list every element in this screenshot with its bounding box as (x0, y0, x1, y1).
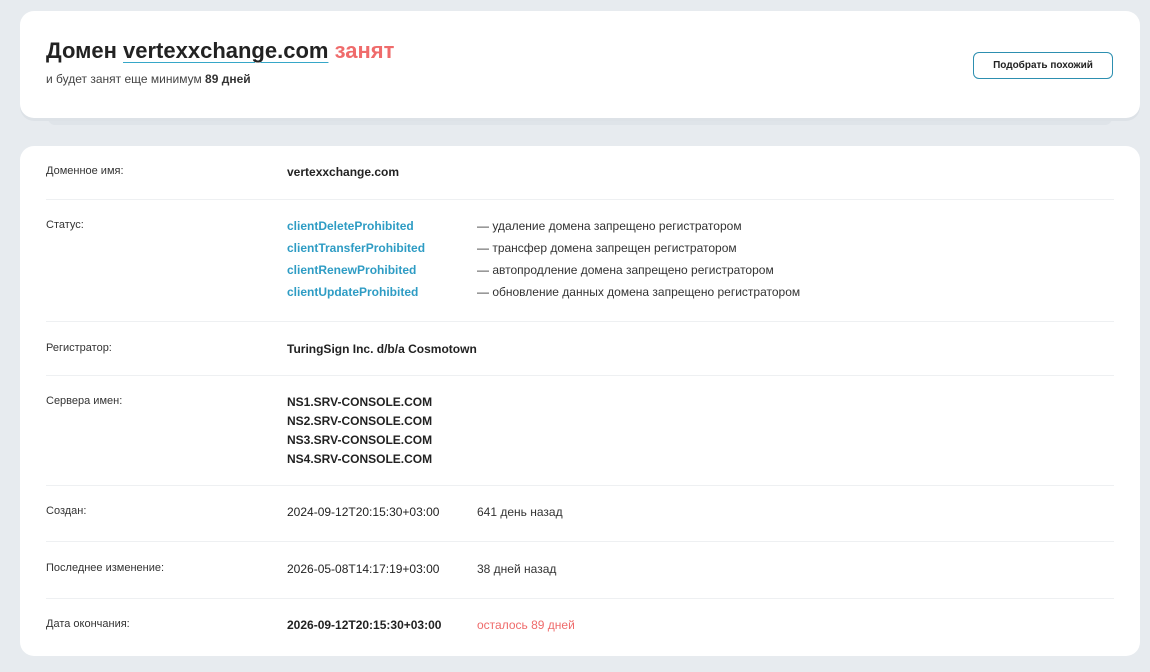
status-description: — обновление данных домена запрещено рег… (477, 285, 801, 299)
domain-header-card: Домен vertexxchange.com занят и будет за… (20, 11, 1140, 125)
subtitle-days: 89 дней (205, 72, 251, 86)
busy-subtitle: и будет занят еще минимум 89 дней (46, 72, 251, 86)
status-code-link[interactable]: clientTransferProhibited (287, 241, 425, 255)
row-status: Статус: clientDeleteProhibited — удалени… (46, 200, 1114, 322)
row-domain-name: Доменное имя: vertexxchange.com (46, 146, 1114, 200)
row-registrar: Регистратор: TuringSign Inc. d/b/a Cosmo… (46, 322, 1114, 376)
nameserver-item: NS1.SRV-CONSOLE.COM (287, 395, 433, 409)
updated-ago: 38 дней назад (477, 562, 557, 576)
status-word: занят (334, 38, 395, 63)
domain-name-label: Доменное имя: (46, 165, 124, 177)
created-ago: 641 день назад (477, 505, 563, 519)
domain-name-value: vertexxchange.com (287, 165, 400, 179)
nameserver-item: NS4.SRV-CONSOLE.COM (287, 452, 433, 466)
status-description: — удаление домена запрещено регистраторо… (477, 219, 742, 233)
row-updated: Последнее изменение: 2026-05-08T14:17:19… (46, 542, 1114, 599)
created-value: 2024-09-12T20:15:30+03:00 (287, 505, 440, 519)
row-nameservers: Сервера имен: NS1.SRV-CONSOLE.COM NS2.SR… (46, 376, 1114, 486)
nameserver-item: NS2.SRV-CONSOLE.COM (287, 414, 433, 428)
registrar-value: TuringSign Inc. d/b/a Cosmotown (287, 342, 477, 356)
status-description: — автопродление домена запрещено регистр… (477, 263, 774, 277)
page-title: Домен vertexxchange.com занят (46, 38, 394, 64)
registrar-label: Регистратор: (46, 342, 112, 354)
status-label: Статус: (46, 219, 84, 231)
row-expires: Дата окончания: 2026-09-12T20:15:30+03:0… (46, 599, 1114, 656)
status-description: — трансфер домена запрещен регистратором (477, 241, 737, 255)
updated-label: Последнее изменение: (46, 562, 165, 574)
created-label: Создан: (46, 505, 87, 517)
find-similar-button[interactable]: Подобрать похожий (973, 52, 1113, 79)
expires-value: 2026-09-12T20:15:30+03:00 (287, 618, 442, 632)
updated-value: 2026-05-08T14:17:19+03:00 (287, 562, 440, 576)
domain-link[interactable]: vertexxchange.com (123, 38, 328, 63)
status-code-link[interactable]: clientDeleteProhibited (287, 219, 414, 233)
row-created: Создан: 2024-09-12T20:15:30+03:00 641 де… (46, 486, 1114, 542)
subtitle-text: и будет занят еще минимум (46, 72, 202, 86)
whois-info-card: Доменное имя: vertexxchange.com Статус: … (20, 146, 1140, 656)
title-prefix: Домен (46, 38, 117, 63)
expires-label: Дата окончания: (46, 618, 130, 630)
expires-remaining: осталось 89 дней (477, 618, 575, 632)
status-code-link[interactable]: clientUpdateProhibited (287, 285, 418, 299)
nameservers-label: Сервера имен: (46, 395, 123, 407)
status-code-link[interactable]: clientRenewProhibited (287, 263, 416, 277)
nameserver-item: NS3.SRV-CONSOLE.COM (287, 433, 433, 447)
